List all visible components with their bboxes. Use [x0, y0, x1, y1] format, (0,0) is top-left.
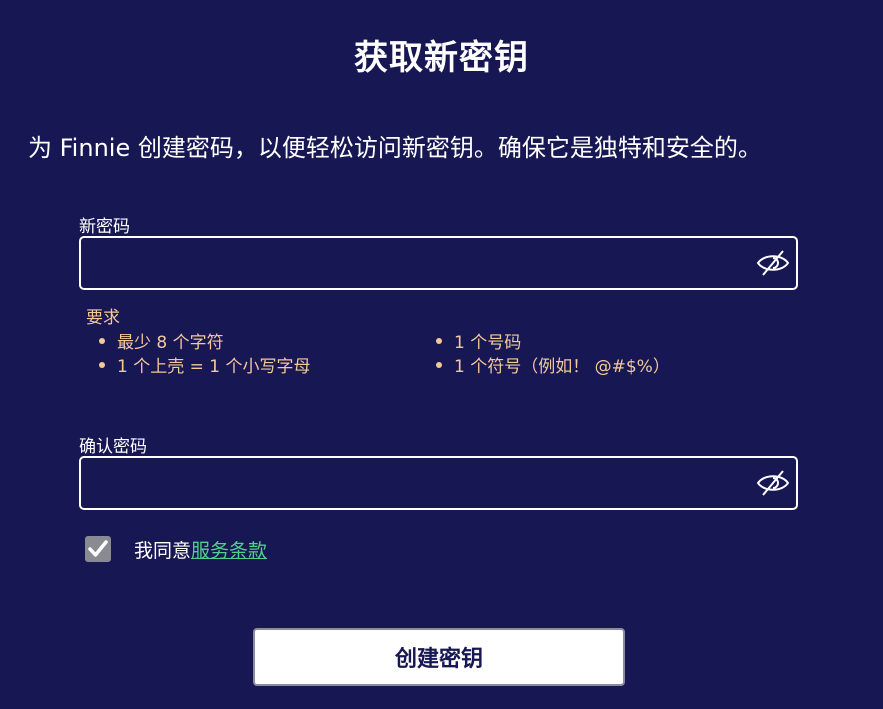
checkmark-icon [88, 540, 108, 557]
confirm-password-label: 确认密码 [79, 437, 147, 457]
bullet-icon [99, 338, 105, 344]
confirm-password-input[interactable] [91, 458, 745, 510]
terms-of-service-link[interactable]: 服务条款 [191, 540, 267, 562]
requirement-item: 1 个符号（例如！ @#$%） [436, 352, 670, 377]
eye-off-icon[interactable] [756, 249, 790, 277]
requirement-item: 最少 8 个字符 [99, 328, 224, 353]
create-key-page: 获取新密钥 为 Finnie 创建密码，以便轻松访问新密钥。确保它是独特和安全的… [0, 0, 883, 709]
bullet-icon [436, 338, 442, 344]
terms-prefix: 我同意 [134, 540, 192, 562]
create-key-button[interactable]: 创建密钥 [253, 628, 625, 686]
new-password-label: 新密码 [79, 217, 130, 237]
requirement-item: 1 个号码 [436, 328, 521, 353]
new-password-input[interactable] [91, 238, 745, 290]
eye-off-icon[interactable] [756, 469, 790, 497]
terms-agreement: 我同意服务条款 [134, 536, 267, 563]
bullet-icon [99, 362, 105, 368]
requirements-title: 要求 [86, 308, 120, 328]
confirm-password-field [79, 456, 798, 510]
page-title: 获取新密钥 [354, 38, 529, 78]
new-password-field [79, 236, 798, 290]
terms-checkbox[interactable] [85, 536, 111, 562]
bullet-icon [436, 362, 442, 368]
requirement-item: 1 个上壳 = 1 个小写字母 [99, 352, 311, 377]
page-subtitle: 为 Finnie 创建密码，以便轻松访问新密钥。确保它是独特和安全的。 [28, 134, 762, 162]
